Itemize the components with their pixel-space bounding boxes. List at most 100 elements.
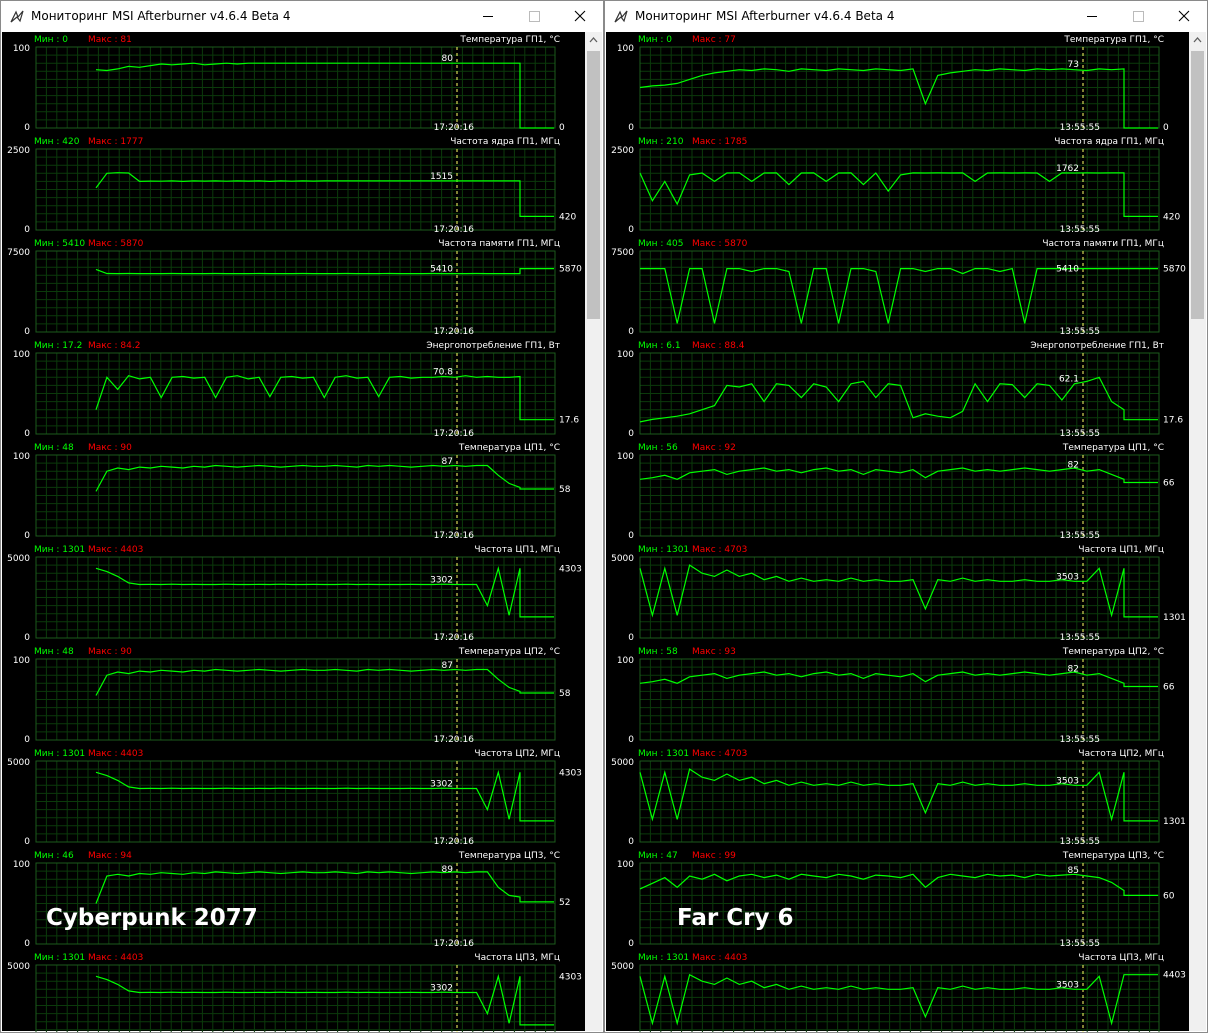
scroll-up-icon[interactable]	[1189, 32, 1206, 49]
maximize-button[interactable]	[1115, 1, 1161, 32]
sensor-trace	[95, 172, 554, 217]
sensor-trace	[95, 268, 554, 275]
sensor-trace	[639, 68, 1158, 129]
graph-area[interactable]: Мин : 0 Макс : 81 Температура ГП1, °C 100 0 1…	[2, 32, 585, 1032]
graph-title: Энергопотребление ГП1, Вт	[426, 341, 560, 351]
close-button[interactable]	[557, 1, 603, 32]
graph-grid	[639, 760, 1159, 842]
graph-grid	[639, 556, 1159, 638]
graph-panel: Мин : 48 Макс : 90 Температура ЦП2, °C 100 0…	[13, 647, 571, 745]
current-value: 87	[442, 661, 453, 671]
current-value: 3503	[1056, 572, 1079, 582]
max-label: Макс : 92	[692, 443, 736, 453]
y-min-tick: 0	[628, 225, 634, 235]
min-label: Мин : 46	[34, 851, 74, 861]
scrollbar-thumb[interactable]	[1191, 51, 1204, 319]
monitor-window-farcry[interactable]: Мониторинг MSI Afterburner v4.6.4 Beta 4…	[604, 0, 1208, 1033]
min-label: Мин : 1301	[638, 545, 689, 555]
graph-panel: Мин : 5410 Макс : 5870 Частота памяти ГП1,…	[7, 239, 582, 337]
graph-grid	[639, 454, 1159, 536]
graph-panel: Мин : 56 Макс : 92 Температура ЦП1, °C 100 0…	[617, 443, 1175, 541]
timestamp: 17:20:16	[434, 327, 475, 337]
sensor-trace	[639, 873, 1158, 897]
vertical-scrollbar[interactable]	[585, 32, 602, 1031]
graph-title: Частота ЦП2, МГц	[474, 749, 560, 759]
right-value: 60	[1163, 891, 1175, 901]
graph-area[interactable]: Мин : 0 Макс : 77 Температура ГП1, °C 100 0 1…	[606, 32, 1189, 1032]
y-max-tick: 2500	[611, 146, 634, 156]
y-min-tick: 0	[628, 327, 634, 337]
y-max-tick: 100	[13, 350, 30, 360]
graph-grid	[35, 556, 555, 638]
max-label: Макс : 1777	[88, 137, 143, 147]
graph-panel: Мин : 0 Макс : 77 Температура ГП1, °C 100 0 1…	[617, 35, 1169, 133]
scroll-up-icon[interactable]	[585, 32, 602, 49]
graph-grid	[35, 658, 555, 740]
y-min-tick: 0	[24, 939, 30, 949]
title-bar[interactable]: Мониторинг MSI Afterburner v4.6.4 Beta 4	[605, 1, 1207, 32]
graph-grid	[639, 658, 1159, 740]
maximize-button[interactable]	[511, 1, 557, 32]
graph-title: Частота ЦП1, МГц	[474, 545, 560, 555]
sensor-trace	[639, 671, 1158, 688]
graph-grid	[639, 250, 1159, 332]
min-label: Мин : 1301	[34, 953, 85, 963]
right-value: 4303	[559, 972, 582, 982]
graph-title: Частота памяти ГП1, МГц	[1042, 239, 1164, 249]
max-label: Макс : 4403	[692, 953, 747, 963]
y-max-tick: 5000	[7, 758, 30, 768]
y-min-tick: 0	[628, 837, 634, 847]
right-value: 1301	[1163, 613, 1186, 623]
current-value: 3503	[1056, 776, 1079, 786]
graph-grid	[35, 46, 555, 129]
graph-grid	[639, 148, 1159, 231]
graph-panel: Мин : 47 Макс : 99 Температура ЦП3, °C 100 0…	[617, 851, 1175, 949]
graph-grid	[35, 454, 555, 536]
y-max-tick: 100	[13, 656, 30, 666]
max-label: Макс : 94	[88, 851, 132, 861]
timestamp: 13:55:55	[1060, 633, 1100, 643]
timestamp: 17:20:16	[434, 939, 475, 949]
max-label: Макс : 4403	[88, 545, 143, 555]
min-label: Мин : 6.1	[638, 341, 681, 351]
current-value: 87	[442, 457, 453, 467]
vertical-scrollbar[interactable]	[1189, 32, 1206, 1031]
window-title: Мониторинг MSI Afterburner v4.6.4 Beta 4	[31, 9, 291, 23]
min-label: Мин : 58	[638, 647, 678, 657]
right-value: 66	[1163, 683, 1175, 693]
timestamp: 13:55:55	[1060, 939, 1100, 949]
graph-title: Температура ЦП3, °C	[458, 851, 560, 861]
game-label: Far Cry 6	[677, 905, 794, 931]
sensor-trace	[640, 267, 1158, 324]
max-label: Макс : 99	[692, 851, 736, 861]
timestamp: 13:55:55	[1060, 735, 1100, 745]
graph-grid	[35, 760, 555, 842]
scrollbar-thumb[interactable]	[587, 51, 600, 319]
sensor-trace	[639, 467, 1158, 484]
minimize-button[interactable]	[1069, 1, 1115, 32]
graph-panel: Мин : 405 Макс : 5870 Частота памяти ГП1, …	[611, 239, 1186, 337]
current-value: 80	[442, 54, 454, 64]
title-bar[interactable]: Мониторинг MSI Afterburner v4.6.4 Beta 4	[1, 1, 603, 32]
right-value: 0	[559, 123, 565, 133]
sensor-trace	[639, 172, 1158, 217]
y-min-tick: 0	[24, 123, 30, 133]
graph-title: Температура ГП1, °C	[1063, 35, 1164, 45]
graph-panel: Мин : 0 Макс : 81 Температура ГП1, °C 100 0 1…	[13, 35, 565, 133]
current-value: 82	[1068, 665, 1079, 675]
y-min-tick: 0	[24, 327, 30, 337]
close-button[interactable]	[1161, 1, 1207, 32]
graph-title: Частота ЦП3, МГц	[474, 953, 560, 963]
graph-title: Температура ГП1, °C	[459, 35, 560, 45]
monitor-window-cyberpunk[interactable]: Мониторинг MSI Afterburner v4.6.4 Beta 4…	[0, 0, 604, 1033]
minimize-button[interactable]	[465, 1, 511, 32]
timestamp: 13:55:55	[1060, 837, 1100, 847]
min-label: Мин : 48	[34, 647, 74, 657]
right-value: 58	[559, 485, 571, 495]
max-label: Макс : 1785	[692, 137, 747, 147]
y-max-tick: 5000	[611, 962, 634, 972]
max-label: Макс : 90	[88, 443, 132, 453]
y-min-tick: 0	[628, 531, 634, 541]
graph-grid	[35, 148, 555, 231]
min-label: Мин : 56	[638, 443, 678, 453]
